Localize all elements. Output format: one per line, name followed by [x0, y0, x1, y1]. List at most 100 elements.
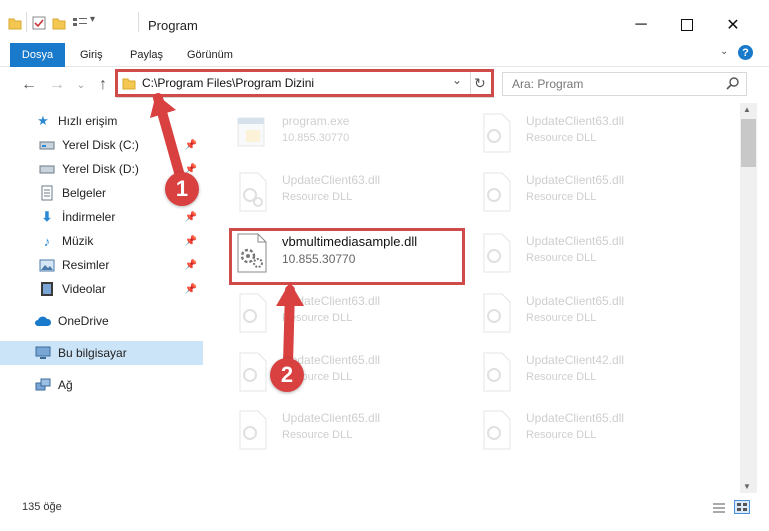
chevron-down-icon: ⌄ — [76, 79, 86, 91]
tab-view[interactable]: Görünüm — [187, 44, 233, 66]
up-button[interactable]: ↑ — [92, 74, 114, 96]
exe-file-icon — [232, 110, 272, 154]
back-button[interactable]: ← — [18, 74, 40, 96]
sidebar-item-label: Belgeler — [62, 186, 107, 200]
maximize-button[interactable] — [664, 10, 710, 40]
sidebar-item-label: Yerel Disk (C:) — [62, 138, 139, 152]
step-badge-2: 2 — [270, 358, 304, 392]
details-view-icon[interactable] — [712, 502, 726, 514]
tab-file[interactable]: Dosya — [10, 43, 65, 67]
scroll-up-icon[interactable]: ▲ — [743, 105, 751, 114]
file-item[interactable]: UpdateClient65.dll Resource DLL — [476, 286, 696, 336]
separator — [138, 12, 139, 32]
sidebar-item-label: Hızlı erişim — [58, 114, 118, 128]
address-dropdown-icon[interactable]: ⌄ — [452, 73, 462, 87]
expand-ribbon-icon[interactable]: ⌄ — [720, 46, 728, 57]
pin-icon[interactable]: 📌 — [185, 284, 197, 295]
tab-share[interactable]: Paylaş — [130, 44, 163, 66]
minimize-button[interactable]: ─ — [618, 10, 664, 40]
file-details: Resource DLL — [526, 252, 597, 264]
pin-icon[interactable]: 📌 — [185, 212, 197, 223]
sidebar-item-label: Resimler — [62, 258, 110, 272]
sidebar-item-onedrive[interactable]: OneDrive — [0, 309, 203, 333]
view-options-icon[interactable] — [72, 16, 88, 30]
properties-icon[interactable] — [32, 16, 46, 30]
music-icon: ♪ — [43, 233, 51, 249]
file-name: UpdateClient65.dll — [282, 411, 381, 425]
arrow-up-icon: ↑ — [99, 76, 107, 93]
sidebar-item-label: Ağ — [58, 378, 73, 392]
file-details: Resource DLL — [526, 191, 597, 203]
dll-file-icon — [476, 110, 516, 154]
file-name: UpdateClient65.dll — [526, 173, 625, 187]
address-path[interactable]: C:\Program Files\Program Dizini — [142, 76, 314, 90]
folder-icon[interactable] — [8, 16, 22, 30]
file-name: UpdateClient63.dll — [526, 114, 625, 128]
file-item[interactable]: UpdateClient42.dll Resource DLL — [476, 345, 696, 395]
drive-icon — [38, 161, 56, 177]
dll-file-icon — [232, 169, 272, 213]
dll-file-icon — [476, 290, 516, 334]
file-item[interactable]: UpdateClient65.dll Resource DLL — [476, 226, 696, 276]
item-count: 135 öğe — [22, 501, 62, 513]
cloud-icon — [34, 313, 52, 329]
videos-icon — [38, 281, 56, 297]
file-name: UpdateClient63.dll — [282, 173, 381, 187]
ribbon — [0, 40, 769, 67]
file-details: Resource DLL — [526, 429, 597, 441]
sidebar-item-this-pc[interactable]: Bu bilgisayar — [0, 341, 203, 365]
arrow-left-icon: ← — [21, 76, 37, 93]
customize-toolbar-icon[interactable]: ▾ — [90, 14, 95, 25]
sidebar-item-label: Bu bilgisayar — [58, 346, 127, 360]
file-details: 10.855.30770 — [282, 132, 350, 144]
scroll-down-icon[interactable]: ▼ — [743, 482, 751, 491]
file-details: Resource DLL — [526, 371, 597, 383]
file-item[interactable]: UpdateClient65.dll Resource DLL — [476, 403, 696, 453]
file-item[interactable]: program.exe 10.855.30770 — [232, 106, 452, 156]
minimize-icon: ─ — [635, 16, 647, 33]
file-item[interactable]: UpdateClient65.dll Resource DLL — [232, 403, 452, 453]
computer-icon — [34, 345, 52, 361]
recent-locations-button[interactable]: ⌄ — [70, 74, 92, 96]
window-title: Program — [148, 18, 198, 33]
file-item[interactable]: UpdateClient65.dll Resource DLL — [476, 165, 696, 215]
dll-file-icon — [476, 169, 516, 213]
separator — [26, 12, 27, 32]
sidebar-item-pictures[interactable]: Resimler 📌 — [0, 253, 203, 277]
scrollbar-thumb[interactable] — [741, 119, 756, 167]
dll-file-icon — [476, 407, 516, 451]
separator — [470, 72, 471, 94]
help-icon[interactable]: ? — [738, 45, 753, 60]
search-icon[interactable] — [726, 76, 740, 90]
sidebar-item-label: OneDrive — [58, 314, 109, 328]
status-bar — [0, 493, 769, 523]
sidebar-item-videos[interactable]: Videolar 📌 — [0, 277, 203, 301]
file-item[interactable]: UpdateClient63.dll Resource DLL — [232, 165, 452, 215]
star-icon: ★ — [37, 113, 49, 128]
forward-button[interactable]: → — [46, 74, 68, 96]
sidebar-item-label: Müzik — [62, 234, 94, 248]
large-icons-view-icon[interactable] — [734, 500, 750, 514]
pin-icon[interactable]: 📌 — [185, 236, 197, 247]
refresh-icon[interactable]: ↻ — [474, 75, 486, 92]
sidebar-item-network[interactable]: Ağ — [0, 373, 203, 397]
search-placeholder[interactable]: Ara: Program — [512, 77, 583, 91]
dll-file-icon — [476, 349, 516, 393]
file-details: Resource DLL — [282, 429, 353, 441]
file-name: program.exe — [282, 114, 350, 128]
sidebar-item-downloads[interactable]: ⬇ İndirmeler 📌 — [0, 205, 203, 229]
sidebar-item-label: İndirmeler — [62, 210, 116, 224]
close-button[interactable]: ✕ — [710, 10, 756, 40]
pin-icon[interactable]: 📌 — [185, 260, 197, 271]
sidebar-item-label: Yerel Disk (D:) — [62, 162, 139, 176]
documents-icon — [38, 185, 56, 201]
drive-icon — [38, 137, 56, 153]
dll-file-icon — [476, 230, 516, 274]
new-folder-icon[interactable] — [52, 16, 66, 30]
file-item[interactable]: UpdateClient63.dll Resource DLL — [476, 106, 696, 156]
file-details: Resource DLL — [526, 132, 597, 144]
network-icon — [34, 377, 52, 393]
sidebar-item-music[interactable]: ♪ Müzik 📌 — [0, 229, 203, 253]
arrow-right-icon: → — [49, 76, 65, 93]
tab-home[interactable]: Giriş — [80, 44, 103, 66]
